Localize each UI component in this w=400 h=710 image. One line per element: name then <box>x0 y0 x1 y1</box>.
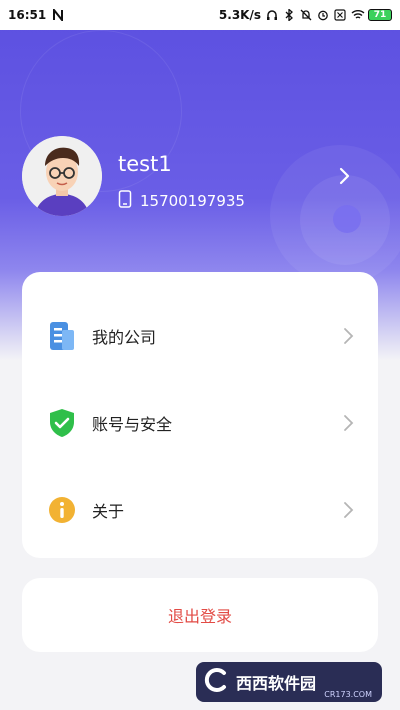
status-bar: 16:51 5.3K/s 71 <box>0 0 400 30</box>
menu-card: 我的公司 账号与安全 关于 <box>22 272 378 558</box>
menu-item-account-security[interactable]: 账号与安全 <box>22 393 378 453</box>
status-left: 16:51 <box>8 7 64 23</box>
avatar-illustration <box>22 136 102 216</box>
watermark-c-icon <box>204 667 230 697</box>
menu-item-about[interactable]: 关于 <box>22 480 378 540</box>
watermark-text: 西西软件园 <box>236 674 317 693</box>
phone-icon <box>118 190 132 212</box>
chevron-right-icon <box>342 501 354 519</box>
watermark-logo: 西西软件园 CR173.COM <box>196 662 382 702</box>
menu-label-account-security: 账号与安全 <box>92 415 173 434</box>
network-speed: 5.3K/s <box>218 8 261 22</box>
menu-item-my-company[interactable]: 我的公司 <box>22 306 378 366</box>
wifi-icon <box>351 9 365 21</box>
logout-label: 退出登录 <box>167 607 232 626</box>
phone-number: 15700197935 <box>140 192 245 210</box>
shield-check-icon <box>48 408 76 438</box>
no-sim-icon <box>334 9 346 21</box>
notification-n-icon <box>52 7 64 23</box>
building-icon <box>48 321 76 351</box>
logout-button[interactable]: 退出登录 <box>22 578 378 652</box>
profile-header[interactable]: test1 15700197935 <box>22 136 382 222</box>
chevron-right-icon[interactable] <box>334 166 354 186</box>
menu-label-my-company: 我的公司 <box>92 328 157 347</box>
chevron-right-icon <box>342 327 354 345</box>
menu-label-about: 关于 <box>92 502 125 521</box>
username: test1 <box>118 152 172 176</box>
mute-bell-icon <box>300 9 312 21</box>
watermark-subtext: CR173.COM <box>324 690 372 699</box>
bluetooth-icon <box>283 8 295 22</box>
alarm-icon <box>317 9 329 21</box>
phone-row: 15700197935 <box>118 190 245 212</box>
headphones-icon <box>266 9 278 21</box>
status-time: 16:51 <box>8 8 47 22</box>
chevron-right-icon <box>342 414 354 432</box>
battery-icon: 71 <box>368 9 392 21</box>
avatar[interactable] <box>22 136 102 216</box>
info-icon <box>48 495 76 525</box>
status-right: 5.3K/s 71 <box>219 8 392 22</box>
